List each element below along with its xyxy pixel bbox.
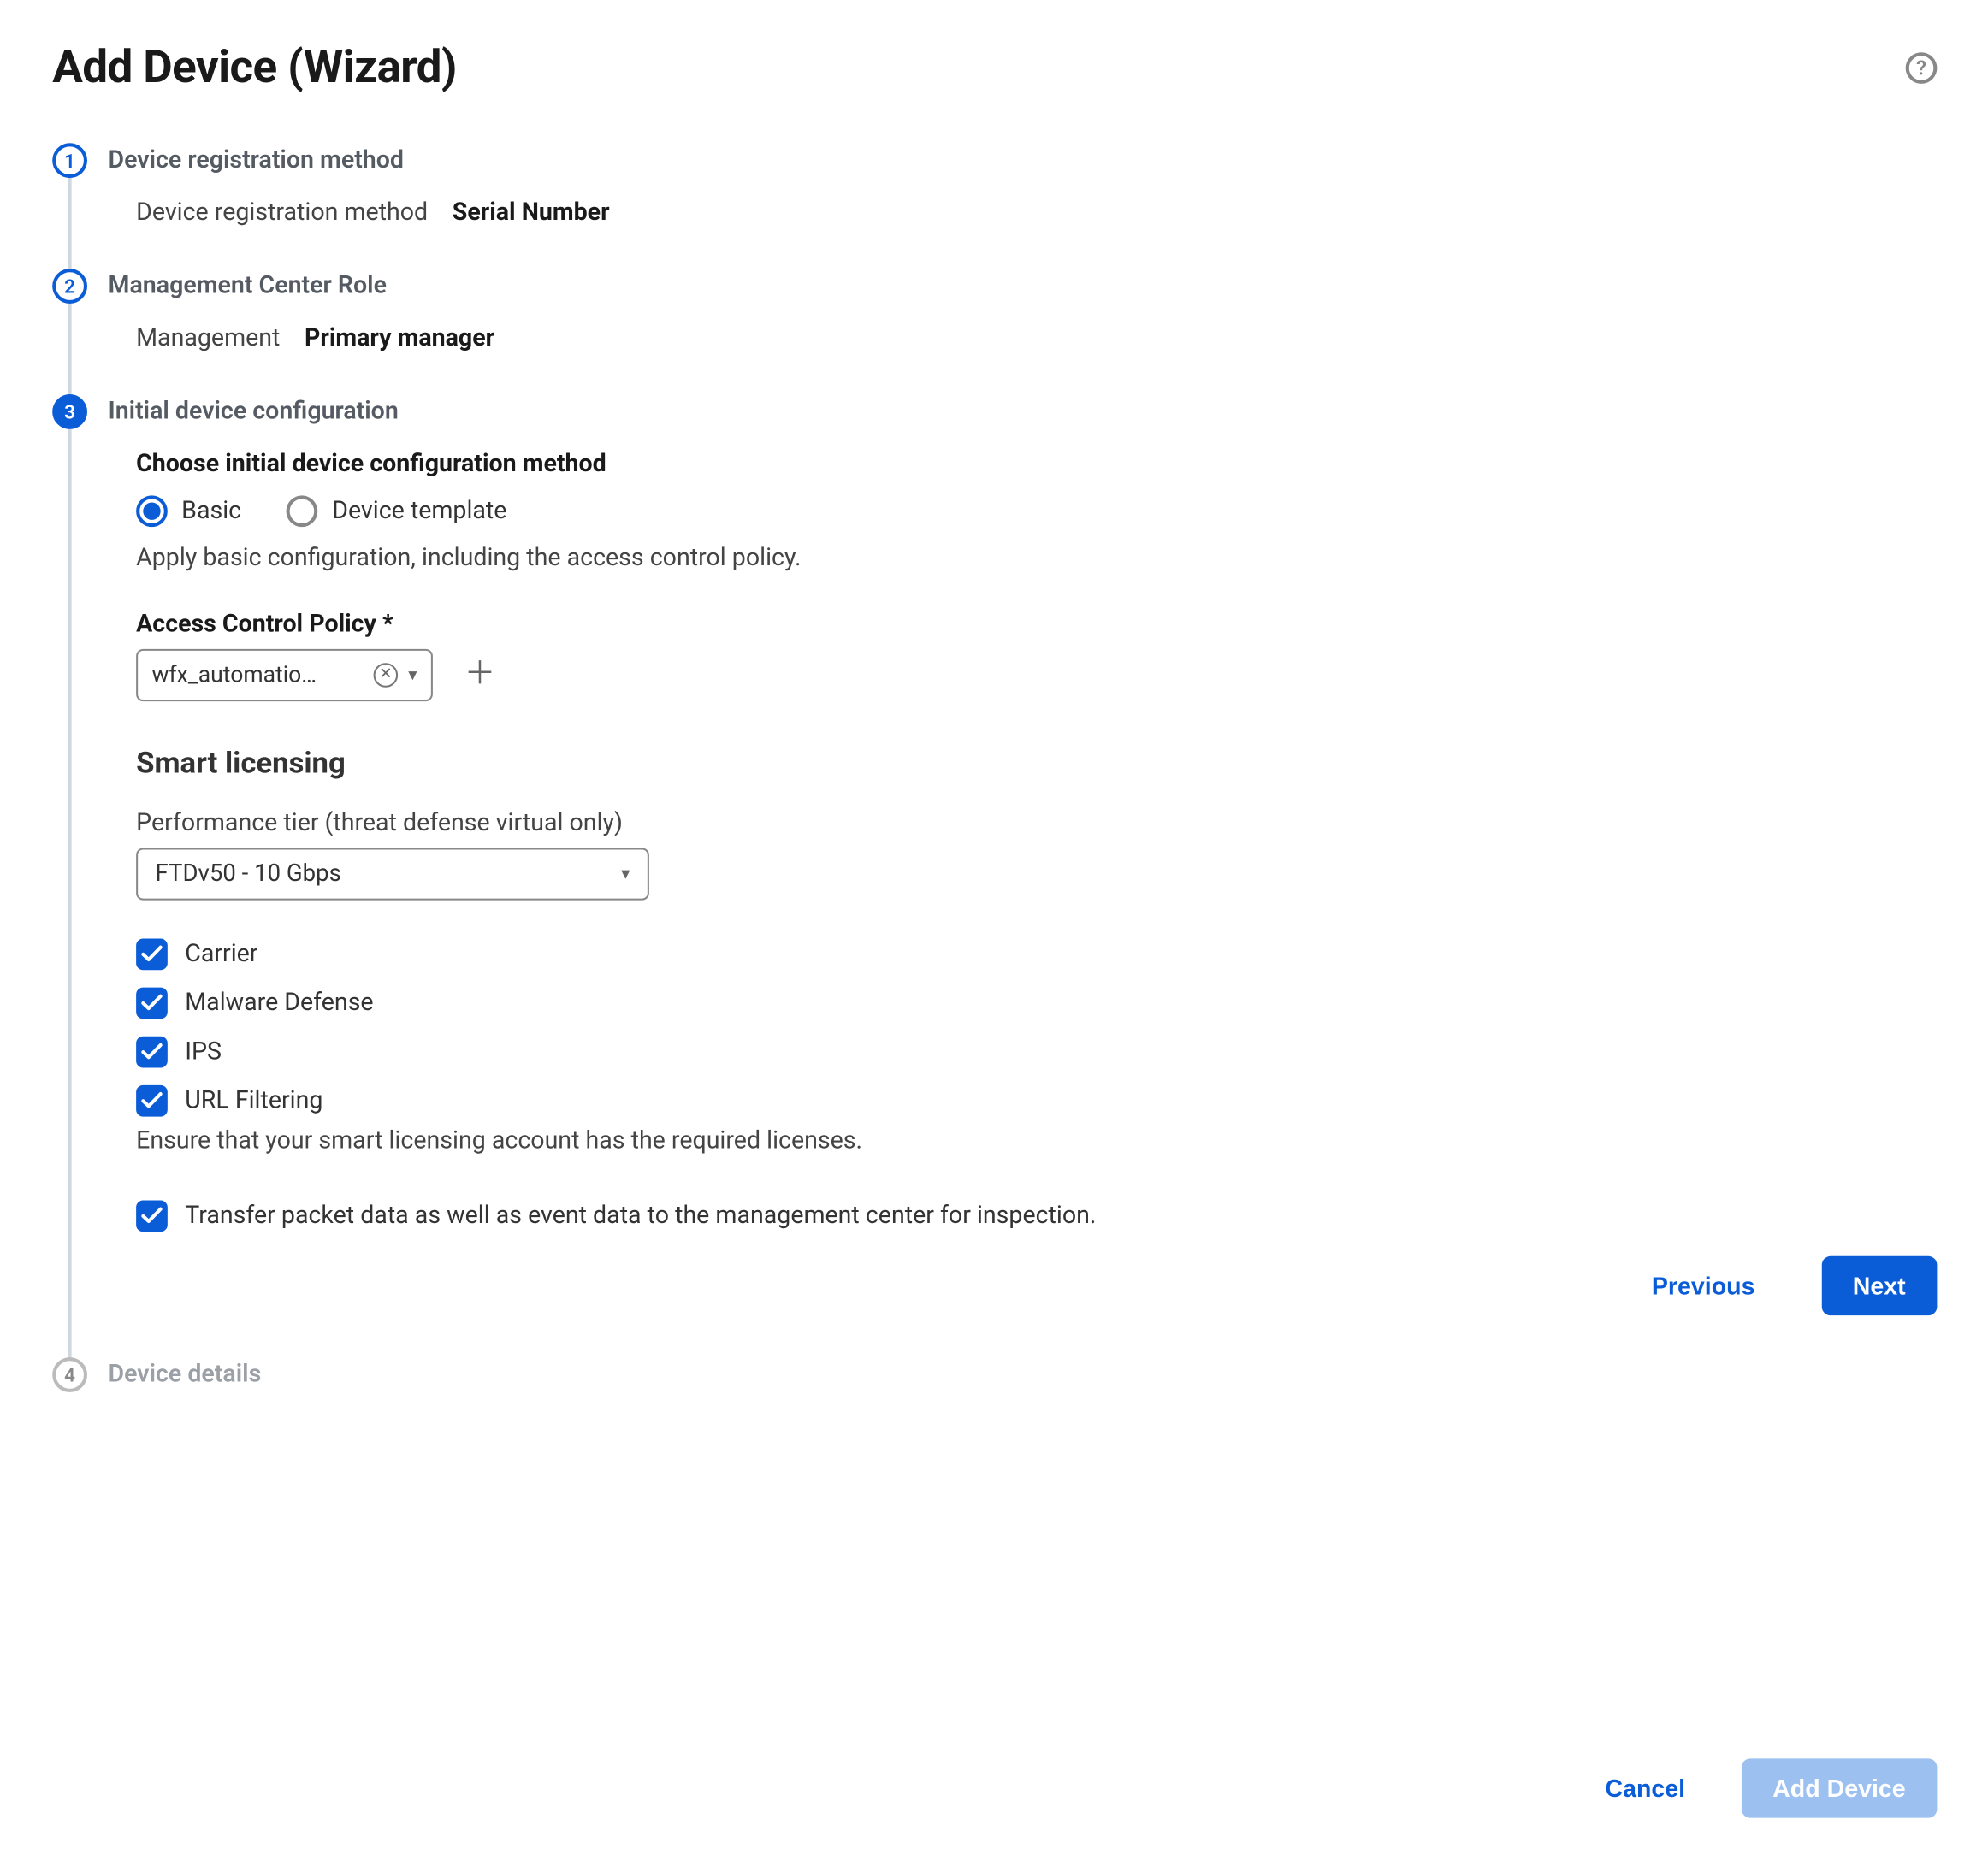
reg-method-label: Device registration method bbox=[136, 199, 428, 227]
management-label: Management bbox=[136, 324, 280, 352]
step-body-3: Choose initial device configuration meth… bbox=[108, 429, 1937, 1357]
add-device-wizard: Add Device (Wizard) ? 1 Device registrat… bbox=[0, 0, 1988, 1849]
perf-tier-value: FTDv50 - 10 Gbps bbox=[156, 860, 341, 889]
step-body-1: Device registration method Serial Number bbox=[108, 178, 1937, 269]
step-badge-1: 1 bbox=[52, 143, 87, 178]
wizard-title: Add Device (Wizard) bbox=[52, 42, 457, 94]
add-acp-button[interactable]: ＋ bbox=[464, 659, 496, 691]
next-button[interactable]: Next bbox=[1821, 1256, 1937, 1315]
radio-dot-icon bbox=[287, 495, 318, 527]
check-icon bbox=[141, 1042, 162, 1062]
license-malware: Malware Defense bbox=[136, 988, 1937, 1019]
license-carrier-label: Carrier bbox=[185, 941, 257, 969]
license-malware-label: Malware Defense bbox=[185, 989, 373, 1018]
step-title-4: Device details bbox=[108, 1357, 1937, 1392]
step-title-2[interactable]: Management Center Role bbox=[108, 269, 1937, 304]
check-icon bbox=[141, 944, 162, 965]
radio-basic[interactable]: Basic bbox=[136, 495, 241, 527]
step-body-2: Management Primary manager bbox=[108, 304, 1937, 394]
step-registration-method: 1 Device registration method Device regi… bbox=[52, 143, 1937, 269]
step-management-role: 2 Management Center Role Management Prim… bbox=[52, 269, 1937, 394]
step-title-1[interactable]: Device registration method bbox=[108, 143, 1937, 178]
check-icon bbox=[141, 993, 162, 1013]
license-checklist: Carrier Malware Defense IPS bbox=[136, 939, 1937, 1117]
step-nav: Previous Next bbox=[136, 1256, 1937, 1315]
license-carrier: Carrier bbox=[136, 939, 1937, 971]
radio-device-template[interactable]: Device template bbox=[287, 495, 506, 527]
step-device-details: 4 Device details bbox=[52, 1357, 1937, 1392]
reg-method-value: Serial Number bbox=[453, 199, 610, 227]
radio-basic-label: Basic bbox=[181, 497, 241, 525]
step-badge-2: 2 bbox=[52, 269, 87, 304]
wizard-footer: Cancel Add Device bbox=[52, 1689, 1937, 1818]
add-device-button[interactable]: Add Device bbox=[1741, 1758, 1937, 1817]
chevron-down-icon: ▾ bbox=[408, 665, 417, 684]
license-note: Ensure that your smart licensing account… bbox=[136, 1127, 1937, 1155]
acp-field-label: Access Control Policy * bbox=[136, 611, 1937, 639]
license-url-label: URL Filtering bbox=[185, 1087, 322, 1115]
step-initial-config: 3 Initial device configuration Choose in… bbox=[52, 394, 1937, 1357]
step-badge-3: 3 bbox=[52, 394, 87, 429]
radio-template-label: Device template bbox=[332, 497, 506, 525]
checkbox-transfer[interactable] bbox=[136, 1201, 168, 1232]
checkbox-carrier[interactable] bbox=[136, 939, 168, 971]
management-value: Primary manager bbox=[305, 324, 494, 352]
clear-icon[interactable]: ✕ bbox=[373, 663, 398, 688]
perf-tier-label: Performance tier (threat defense virtual… bbox=[136, 810, 1937, 838]
config-method-radio-group: Basic Device template bbox=[136, 495, 1937, 527]
license-url: URL Filtering bbox=[136, 1085, 1937, 1117]
transfer-packet-row: Transfer packet data as well as event da… bbox=[136, 1201, 1937, 1232]
step-badge-4: 4 bbox=[52, 1357, 87, 1392]
help-icon[interactable]: ? bbox=[1906, 52, 1938, 84]
cancel-button[interactable]: Cancel bbox=[1574, 1758, 1717, 1817]
chevron-down-icon: ▾ bbox=[621, 865, 630, 883]
checkbox-malware[interactable] bbox=[136, 988, 168, 1019]
smart-licensing-heading: Smart licensing bbox=[136, 747, 1937, 782]
perf-tier-select[interactable]: FTDv50 - 10 Gbps ▾ bbox=[136, 848, 649, 900]
acp-select-row: wfx_automatio… ✕ ▾ ＋ bbox=[136, 649, 1937, 701]
checkbox-ips[interactable] bbox=[136, 1037, 168, 1068]
step-title-3: Initial device configuration bbox=[108, 394, 1937, 429]
basic-helper-text: Apply basic configuration, including the… bbox=[136, 544, 1937, 572]
transfer-packet-label: Transfer packet data as well as event da… bbox=[185, 1202, 1096, 1231]
choose-method-label: Choose initial device configuration meth… bbox=[136, 450, 1937, 478]
radio-dot-icon bbox=[136, 495, 168, 527]
previous-button[interactable]: Previous bbox=[1620, 1256, 1786, 1315]
acp-select-value: wfx_automatio… bbox=[151, 662, 363, 688]
wizard-header: Add Device (Wizard) ? bbox=[52, 42, 1937, 94]
checkbox-url[interactable] bbox=[136, 1085, 168, 1117]
check-icon bbox=[141, 1090, 162, 1111]
license-ips: IPS bbox=[136, 1037, 1937, 1068]
acp-select[interactable]: wfx_automatio… ✕ ▾ bbox=[136, 649, 433, 701]
wizard-steps: 1 Device registration method Device regi… bbox=[52, 143, 1937, 1688]
check-icon bbox=[141, 1206, 162, 1226]
license-ips-label: IPS bbox=[185, 1038, 222, 1066]
